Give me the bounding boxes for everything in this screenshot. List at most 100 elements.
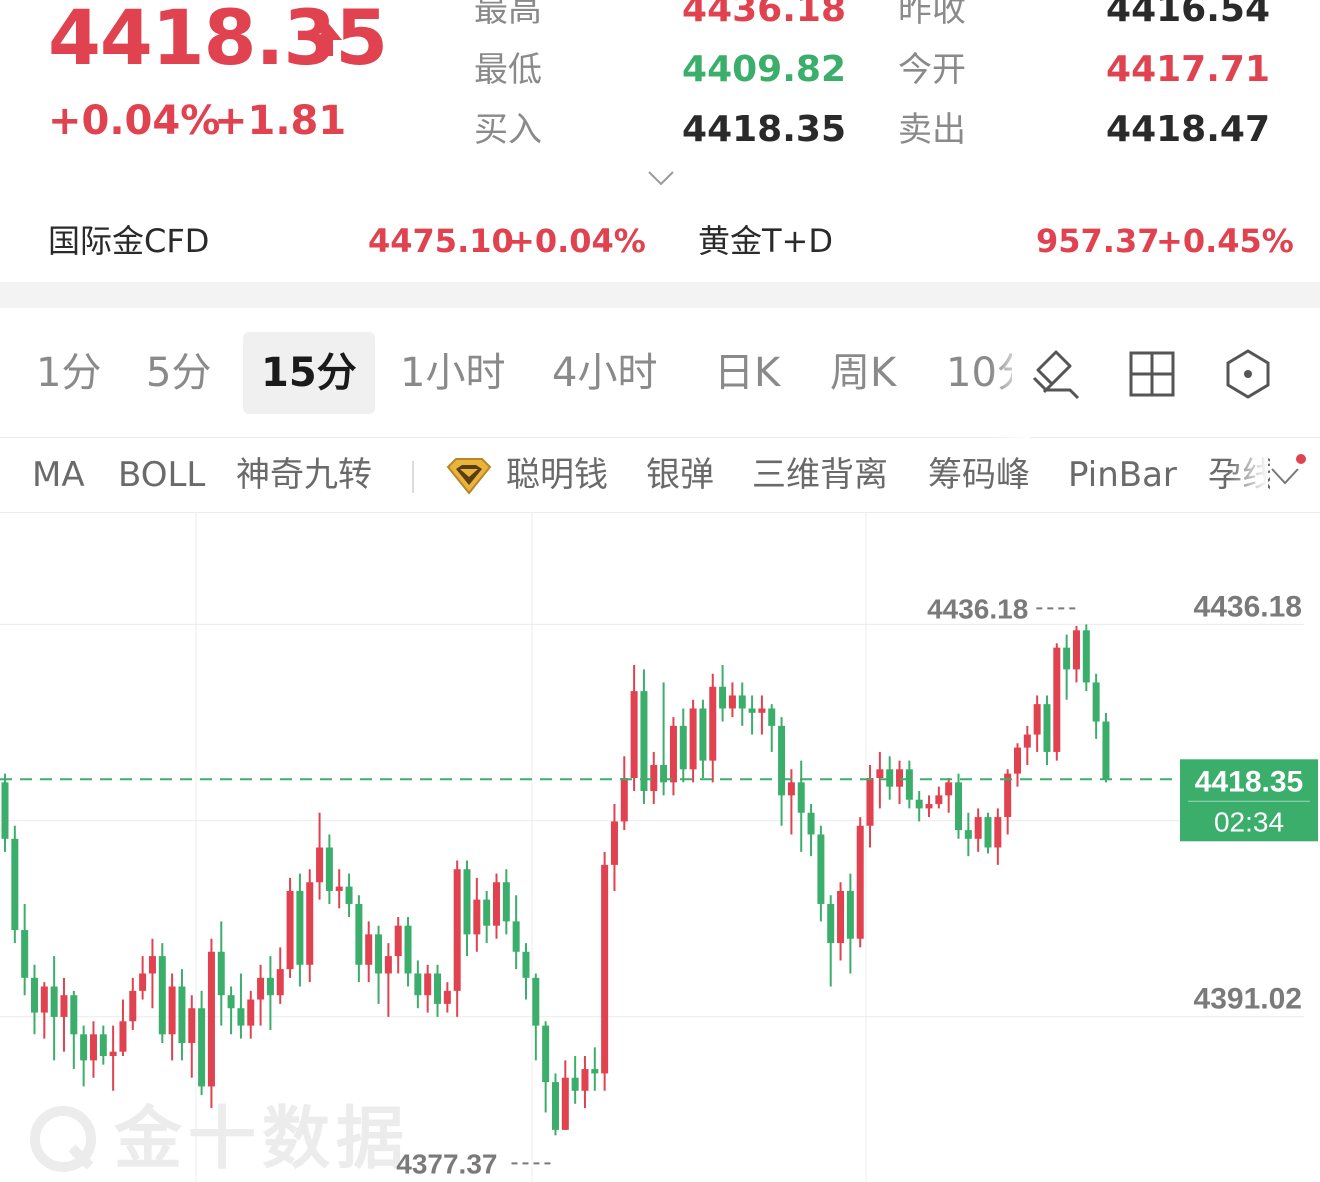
- candle-body: [679, 725, 687, 770]
- change-amount: +1.81: [214, 98, 347, 144]
- tab-daily[interactable]: 日K: [714, 332, 780, 414]
- related-pct-td: +0.45%: [1156, 222, 1294, 260]
- stat-label-ask: 卖出: [898, 110, 966, 150]
- candle-body: [483, 899, 491, 926]
- indicator-silver-bullet[interactable]: 银弹: [646, 455, 714, 495]
- candle-body: [335, 886, 343, 891]
- candle-body: [139, 973, 147, 991]
- candle-body: [129, 990, 137, 1022]
- stat-label-bid: 买入: [474, 110, 542, 150]
- related-name-cfd[interactable]: 国际金CFD: [48, 222, 209, 260]
- candle-body: [443, 990, 451, 1004]
- candle-body: [925, 804, 933, 809]
- candle-body: [650, 764, 658, 792]
- candle-body: [365, 934, 373, 965]
- candle-body: [178, 986, 186, 1043]
- chevron-down-icon[interactable]: [646, 168, 676, 188]
- candle-body: [424, 973, 432, 996]
- stat-label-prev-close: 昨收: [898, 0, 966, 30]
- related-price-td: 957.37: [1036, 222, 1160, 260]
- stat-label-high: 最高: [474, 0, 542, 30]
- candle-body: [778, 725, 786, 796]
- tab-4hour[interactable]: 4小时: [552, 332, 657, 414]
- stat-value-low: 4409.82: [682, 49, 846, 90]
- hexagon-settings-icon[interactable]: [1222, 348, 1274, 400]
- candle-body: [247, 999, 255, 1026]
- candle-body: [787, 782, 795, 796]
- candle-body: [601, 864, 609, 1074]
- indicator-smart-money[interactable]: 聪明钱: [506, 455, 608, 495]
- candle-body: [709, 686, 717, 761]
- candle-body: [768, 708, 776, 726]
- indicator-divider: [412, 461, 414, 493]
- candle-body: [974, 817, 982, 839]
- candle-body: [699, 708, 707, 761]
- candle-body: [719, 686, 727, 709]
- candle-body: [217, 951, 225, 996]
- candle-body: [80, 1034, 88, 1061]
- candle-body: [542, 1025, 550, 1083]
- candle-body: [1013, 747, 1021, 774]
- related-name-td[interactable]: 黄金T+D: [698, 222, 833, 260]
- tab-15min[interactable]: 15分: [243, 332, 375, 414]
- candlestick-svg: 4436.18 4391.02 4418.35 02:34 4436.18 4377.37: [0, 513, 1318, 1182]
- candle-body: [994, 817, 1002, 848]
- indicator-chip-peak[interactable]: 筹码峰: [928, 455, 1030, 495]
- candlestick-chart-area[interactable]: 金十数据 4436.18 4391.02 4418.35 02:34 4436.18 43…: [0, 513, 1320, 1182]
- tab-5min[interactable]: 5分: [146, 332, 211, 414]
- y-axis-tick-label: 4391.02: [1194, 983, 1302, 1016]
- indicator-pinbar[interactable]: PinBar: [1068, 455, 1177, 495]
- candle-body: [355, 903, 363, 965]
- candle-body: [561, 1077, 569, 1130]
- candle-body: [40, 986, 48, 1013]
- notification-dot: [1296, 454, 1306, 464]
- related-price-cfd: 4475.10: [368, 222, 514, 260]
- tab-weekly[interactable]: 周K: [830, 332, 896, 414]
- candle-body: [1082, 630, 1090, 683]
- candle-body: [1043, 704, 1051, 752]
- candle-body: [512, 921, 520, 952]
- candle-body: [70, 995, 78, 1035]
- candle-body: [807, 812, 815, 835]
- candle-body: [620, 777, 628, 822]
- indicator-boll[interactable]: BOLL: [118, 455, 205, 495]
- stat-value-open: 4417.71: [1106, 49, 1270, 90]
- indicator-ma[interactable]: MA: [32, 455, 85, 495]
- tab-1min[interactable]: 1分: [36, 332, 101, 414]
- quote-panel: 4418.35 +0.04% +1.81 最高 4436.18 昨收 4416.…: [0, 0, 1320, 282]
- draw-line-icon[interactable]: [1030, 348, 1082, 400]
- candle-body: [591, 1069, 599, 1074]
- indicator-3d-divergence[interactable]: 三维背离: [752, 455, 888, 495]
- candle-body: [89, 1034, 97, 1061]
- candle-body: [158, 956, 166, 1035]
- candle-body: [30, 977, 38, 1013]
- candle-body: [1063, 647, 1071, 670]
- candle-body: [21, 930, 29, 978]
- chevron-down-icon[interactable]: [1268, 461, 1302, 491]
- candle-body: [748, 708, 756, 713]
- candle-body: [345, 886, 353, 904]
- indicator-magic-nine[interactable]: 神奇九转: [236, 455, 372, 495]
- low-marker-label: 4377.37: [396, 1148, 497, 1179]
- candle-body: [689, 708, 697, 770]
- candle-body: [945, 782, 953, 796]
- candle-body: [738, 695, 746, 709]
- up-arrow-icon: [316, 24, 342, 56]
- diamond-vip-icon: [446, 458, 492, 495]
- candle-body: [935, 795, 943, 805]
- grid-layout-icon[interactable]: [1126, 348, 1178, 400]
- tab-1hour[interactable]: 1小时: [400, 332, 505, 414]
- candle-body: [207, 951, 215, 1087]
- candle-body: [837, 890, 845, 944]
- candle-body: [669, 725, 677, 783]
- section-divider: [0, 282, 1320, 308]
- high-marker-label: 4436.18: [927, 593, 1028, 624]
- y-axis-tick-label: 4436.18: [1194, 590, 1302, 623]
- candle-body: [306, 882, 314, 965]
- candle-body: [610, 821, 618, 865]
- candle-body: [866, 777, 874, 826]
- candle-body: [955, 782, 963, 831]
- countdown-label: 02:34: [1214, 806, 1284, 837]
- candle-body: [856, 825, 864, 939]
- stat-value-ask: 4418.47: [1106, 109, 1270, 150]
